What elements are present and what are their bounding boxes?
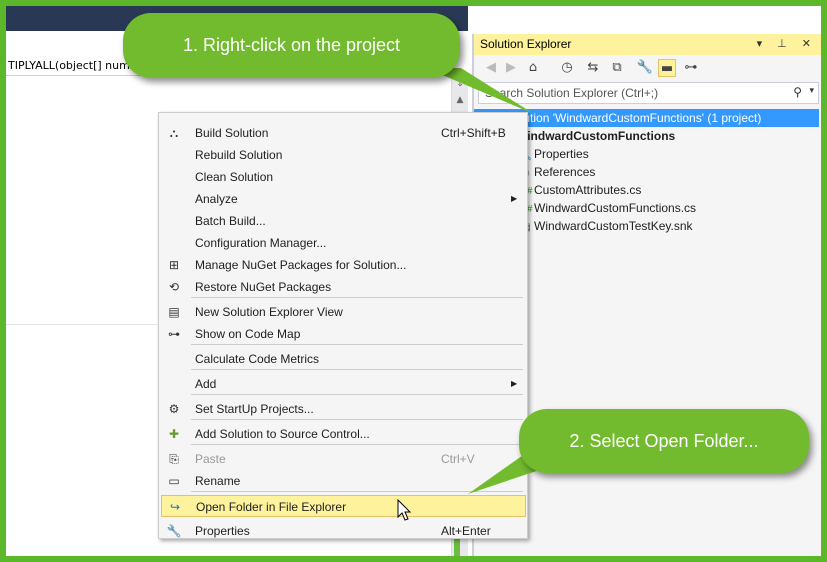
tree-node[interactable]: ▤WindwardCustomFunctions bbox=[478, 127, 819, 145]
menu-item-show-on-code-map[interactable]: ⊶ Show on Code Map bbox=[161, 323, 526, 345]
menu-item-open-folder-in-file-explorer[interactable]: ↪ Open Folder in File Explorer bbox=[161, 495, 526, 517]
menu-item-label: Calculate Code Metrics bbox=[195, 352, 320, 366]
paste-icon: ⎘ bbox=[169, 452, 179, 466]
callout-step-2: 2. Select Open Folder... bbox=[519, 409, 809, 473]
rename-icon: ▭ bbox=[168, 474, 180, 488]
menu-item-rename[interactable]: ▭ Rename bbox=[161, 470, 526, 492]
menu-item-set-startup-projects[interactable]: ⚙ Set StartUp Projects... bbox=[161, 398, 526, 420]
menu-item-shortcut: Ctrl+Shift+B bbox=[441, 126, 506, 140]
menu-item-label: Paste bbox=[195, 452, 226, 466]
menu-item-label: Properties bbox=[195, 524, 250, 538]
solution-explorer-search-input[interactable]: Search Solution Explorer (Ctrl+;) ⚲ ▾ bbox=[478, 82, 819, 104]
pending-changes-filter-icon[interactable]: ◷ bbox=[558, 59, 576, 77]
code-map-icon: ⊶ bbox=[168, 327, 180, 341]
new-view-icon: ▤ bbox=[168, 305, 180, 319]
tree-node[interactable]: C#CustomAttributes.cs bbox=[478, 181, 819, 199]
tree-node-label: CustomAttributes.cs bbox=[534, 183, 642, 197]
menu-item-shortcut: Ctrl+V bbox=[441, 452, 475, 466]
menu-item-paste[interactable]: ⎘ Paste Ctrl+V bbox=[161, 448, 526, 470]
menu-item-label: New Solution Explorer View bbox=[195, 305, 343, 319]
wrench-icon: 🔧 bbox=[166, 524, 182, 538]
preview-selected-icon[interactable]: ▬ bbox=[658, 59, 676, 77]
mouse-pointer-icon bbox=[397, 499, 412, 521]
tree-node-label: Solution 'WindwardCustomFunctions' (1 pr… bbox=[506, 111, 762, 125]
gear-icon: ⚙ bbox=[168, 402, 180, 416]
source-control-icon: ✚ bbox=[168, 427, 180, 441]
menu-item-shortcut: Alt+Enter bbox=[441, 524, 491, 538]
menu-item-label: Manage NuGet Packages for Solution... bbox=[195, 258, 407, 272]
split-icon[interactable]: ⇕ bbox=[452, 76, 468, 92]
sync-icon[interactable]: ⇆ bbox=[584, 59, 602, 77]
menu-item-build-solution[interactable]: ⛬ Build Solution Ctrl+Shift+B bbox=[161, 122, 526, 144]
menu-item-label: Analyze bbox=[195, 192, 238, 206]
menu-item-label: Build Solution bbox=[195, 126, 269, 140]
menu-item-label: Batch Build... bbox=[195, 214, 266, 228]
tree-node[interactable]: 🔧Properties bbox=[478, 145, 819, 163]
context-menu: ⛬ Build Solution Ctrl+Shift+B Rebuild Solut… bbox=[158, 112, 528, 539]
menu-item-label: Set StartUp Projects... bbox=[195, 402, 314, 416]
screenshot-frame: TIPLYALL(object[] nums) ⇕ ▲ Solution Exp… bbox=[6, 6, 821, 556]
menu-item-label: Clean Solution bbox=[195, 170, 274, 184]
menu-item-label: Rename bbox=[195, 474, 241, 488]
tree-node-label: WindwardCustomTestKey.snk bbox=[534, 219, 693, 233]
menu-item-clean-solution[interactable]: Clean Solution bbox=[161, 166, 526, 188]
solution-explorer-toolbar: ◀ ▶ ⌂ ◷ ⇆ ⧉ 🔧 ▬ ⊶ bbox=[474, 55, 821, 81]
menu-item-configuration-manager[interactable]: Configuration Manager... bbox=[161, 232, 526, 254]
restore-icon: ⟲ bbox=[168, 280, 180, 294]
menu-item-label: Add Solution to Source Control... bbox=[195, 427, 370, 441]
search-placeholder: Search Solution Explorer (Ctrl+;) bbox=[485, 86, 659, 100]
home-icon[interactable]: ⌂ bbox=[524, 59, 542, 77]
search-icon[interactable]: ⚲ bbox=[793, 85, 802, 99]
callout-step-1: 1. Right-click on the project bbox=[123, 13, 460, 78]
menu-item-batch-build[interactable]: Batch Build... bbox=[161, 210, 526, 232]
menu-item-properties[interactable]: 🔧 Properties Alt+Enter bbox=[161, 520, 526, 542]
menu-item-label: Show on Code Map bbox=[195, 327, 301, 341]
menu-item-calculate-code-metrics[interactable]: Calculate Code Metrics bbox=[161, 348, 526, 370]
tree-node[interactable]: ▤WindwardCustomTestKey.snk bbox=[478, 217, 819, 235]
back-icon[interactable]: ◀ bbox=[482, 59, 500, 77]
menu-item-label: Add bbox=[195, 377, 217, 391]
properties-wrench-icon[interactable]: 🔧 bbox=[636, 59, 654, 77]
solution-explorer-title: Solution Explorer bbox=[480, 37, 572, 51]
menu-item-label: Rebuild Solution bbox=[195, 148, 283, 162]
panel-window-controls[interactable]: ▾ ⊥ ✕ bbox=[757, 37, 817, 50]
menu-item-analyze[interactable]: Analyze ▶ bbox=[161, 188, 526, 210]
menu-item-add-solution-to-source-control[interactable]: ✚ Add Solution to Source Control... bbox=[161, 423, 526, 445]
tree-node-label: WindwardCustomFunctions.cs bbox=[534, 201, 697, 215]
tree-node-label: References bbox=[534, 165, 596, 179]
solution-tree: ▣Solution 'WindwardCustomFunctions' (1 p… bbox=[474, 109, 819, 235]
tree-node[interactable]: ■References bbox=[478, 163, 819, 181]
build-icon: ⛬ bbox=[169, 126, 179, 140]
tree-node[interactable]: C#WindwardCustomFunctions.cs bbox=[478, 199, 819, 217]
forward-icon[interactable]: ▶ bbox=[502, 59, 520, 77]
menu-item-add[interactable]: Add ▶ bbox=[161, 373, 526, 395]
menu-item-rebuild-solution[interactable]: Rebuild Solution bbox=[161, 144, 526, 166]
menu-item-label: Open Folder in File Explorer bbox=[196, 500, 347, 514]
scroll-up-icon[interactable]: ▲ bbox=[452, 92, 468, 108]
menu-item-restore-nuget-packages[interactable]: ⟲ Restore NuGet Packages bbox=[161, 276, 526, 298]
chevron-down-icon[interactable]: ▾ bbox=[809, 85, 814, 96]
menu-item-label: Restore NuGet Packages bbox=[195, 280, 332, 294]
menu-item-new-solution-explorer-view[interactable]: ▤ New Solution Explorer View bbox=[161, 301, 526, 323]
submenu-arrow-icon: ▶ bbox=[511, 379, 518, 388]
tree-node-label: WindwardCustomFunctions bbox=[516, 129, 676, 143]
collapse-all-icon[interactable]: ⧉ bbox=[608, 59, 626, 77]
class-view-icon[interactable]: ⊶ bbox=[682, 59, 700, 77]
menu-item-manage-nuget-packages-for-solution[interactable]: ⊞ Manage NuGet Packages for Solution... bbox=[161, 254, 526, 276]
tree-node-label: Properties bbox=[534, 147, 589, 161]
open-folder-icon: ↪ bbox=[169, 500, 181, 514]
solution-explorer-title-bar: Solution Explorer ▾ ⊥ ✕ bbox=[474, 34, 821, 55]
nuget-icon: ⊞ bbox=[168, 258, 180, 272]
submenu-arrow-icon: ▶ bbox=[511, 194, 518, 203]
menu-item-label: Configuration Manager... bbox=[195, 236, 327, 250]
